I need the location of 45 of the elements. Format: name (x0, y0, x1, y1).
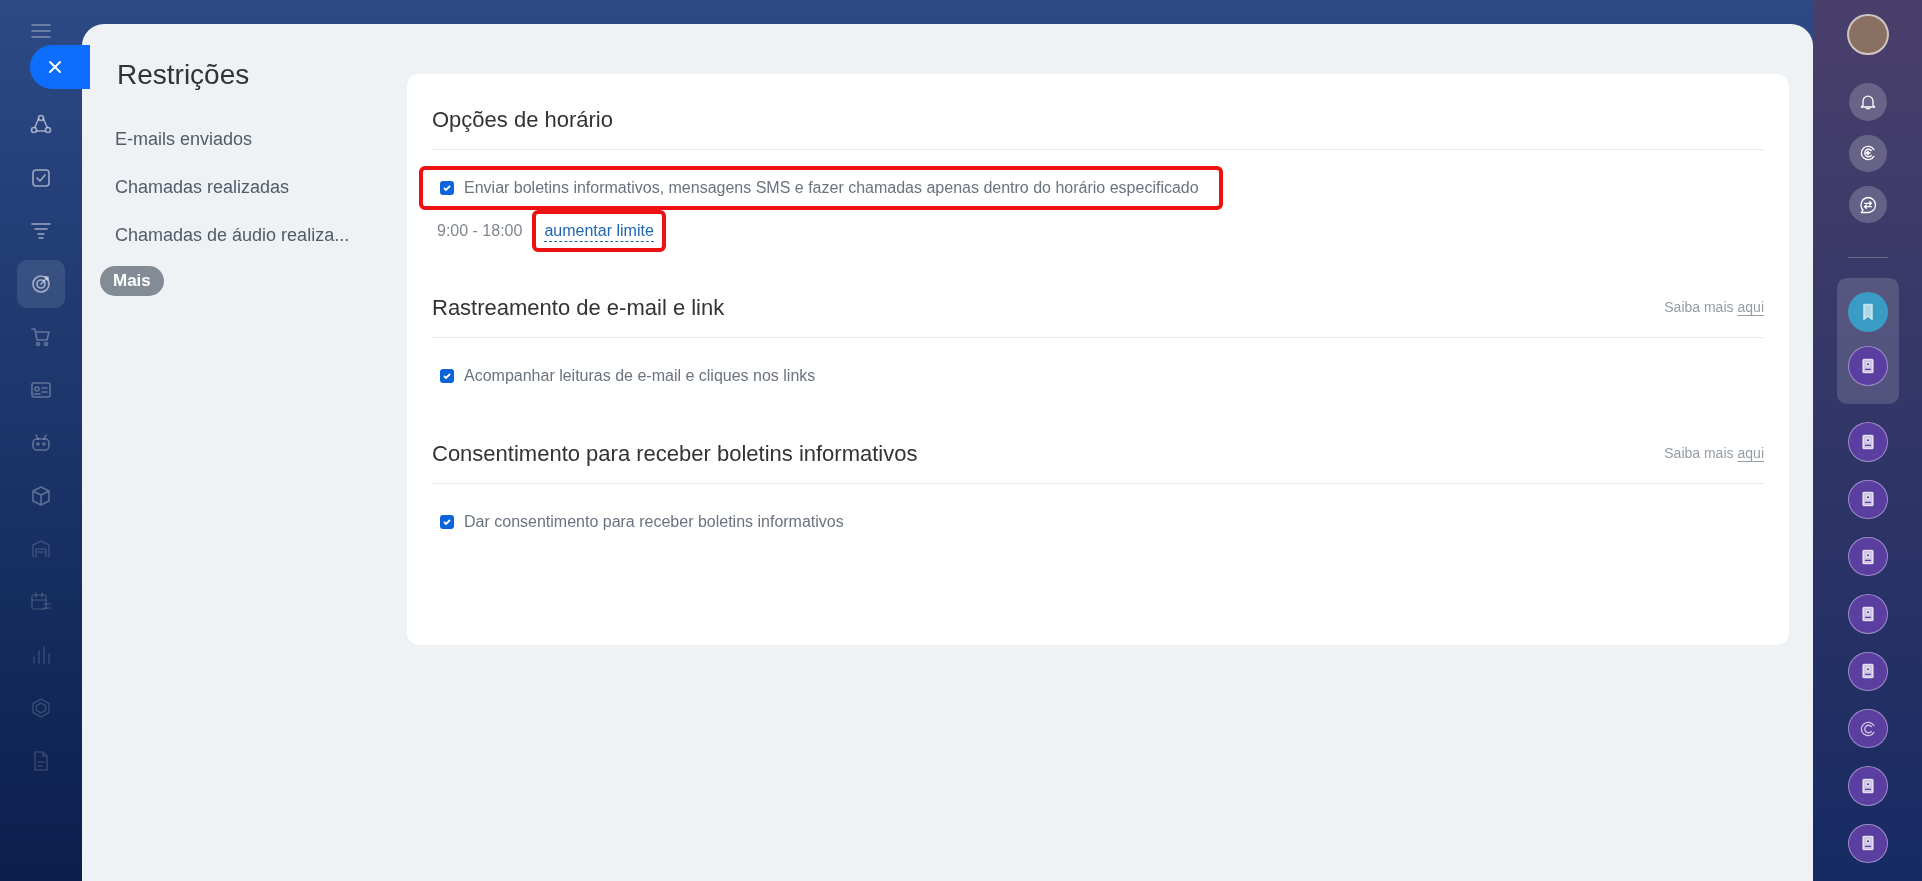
checkmark-icon (442, 183, 452, 193)
time-range: 9:00 - 18:00 (437, 221, 523, 241)
menu-item[interactable]: Chamadas realizadas (115, 174, 407, 201)
checkmark-icon (442, 517, 452, 527)
checkbox[interactable] (440, 515, 454, 529)
app-button[interactable] (1847, 708, 1888, 749)
checkbox[interactable] (440, 181, 454, 195)
increase-limit-link[interactable]: aumentar limite (532, 210, 666, 252)
app-button[interactable] (1847, 536, 1888, 577)
app-button[interactable] (1847, 479, 1888, 519)
section-title: Opções de horário (432, 106, 613, 134)
app-button[interactable] (1847, 594, 1888, 634)
checkbox-label: Enviar boletins informativos, mensagens SMS e fazer chamadas apenas dentro do horário especificado (464, 178, 1199, 198)
avatar[interactable] (1846, 14, 1889, 56)
app-button[interactable] (1847, 823, 1888, 863)
section-title: Consentimento para receber boletins informativos (432, 440, 918, 468)
box-icon (29, 484, 53, 508)
checkbox-label: Dar consentimento para receber boletins informativos (464, 512, 844, 532)
panel-title: Restrições (116, 58, 251, 92)
menu-item[interactable]: Chamadas de áudio realiza... (115, 222, 407, 249)
app-button[interactable] (1847, 422, 1888, 462)
app-button[interactable] (1847, 651, 1888, 691)
close-button[interactable] (30, 45, 90, 89)
app-button[interactable] (1848, 134, 1887, 172)
chat-icon (1857, 194, 1878, 215)
app-button[interactable] (1848, 83, 1887, 121)
checkbox[interactable] (440, 369, 454, 383)
checkbox-icon (29, 166, 53, 190)
sidebar-item[interactable] (17, 260, 65, 308)
target-icon (29, 272, 53, 296)
checkmark-icon (442, 371, 452, 381)
app-button[interactable] (1847, 346, 1888, 387)
close-icon (47, 59, 63, 75)
app-button[interactable] (1847, 292, 1888, 333)
app-button[interactable] (1847, 766, 1888, 806)
info-text: Saiba mais (1664, 298, 1734, 317)
more-button[interactable]: Mais (100, 266, 164, 296)
hexagon-icon (29, 696, 53, 720)
cart-icon (29, 325, 53, 349)
menu-item[interactable]: E-mails enviados (115, 126, 407, 153)
app-button[interactable] (1848, 186, 1887, 224)
store-icon (29, 537, 53, 561)
section-title: Rastreamento de e-mail e link (432, 294, 725, 322)
info-text: Saiba mais (1664, 444, 1734, 463)
checkbox-label: Acompanhar leituras de e-mail e cliques nos links (464, 366, 816, 386)
